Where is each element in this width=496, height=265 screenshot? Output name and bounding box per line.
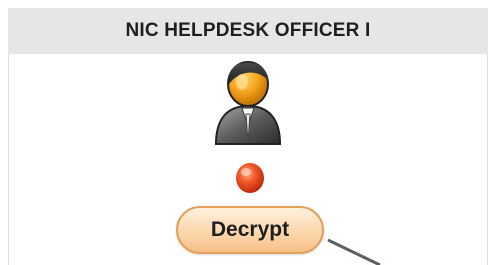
- user-avatar-icon: [208, 56, 288, 148]
- card-border-right: [487, 54, 488, 265]
- status-dot-icon: [233, 160, 267, 194]
- card-header: NIC HELPDESK OFFICER I: [8, 8, 488, 54]
- decrypt-button-label: Decrypt: [210, 218, 290, 241]
- page-title: NIC HELPDESK OFFICER I: [125, 20, 371, 41]
- card-border-left: [8, 54, 9, 265]
- officer-card: NIC HELPDESK OFFICER I Decrypt: [0, 0, 496, 265]
- decrypt-button[interactable]: Decrypt: [176, 206, 324, 254]
